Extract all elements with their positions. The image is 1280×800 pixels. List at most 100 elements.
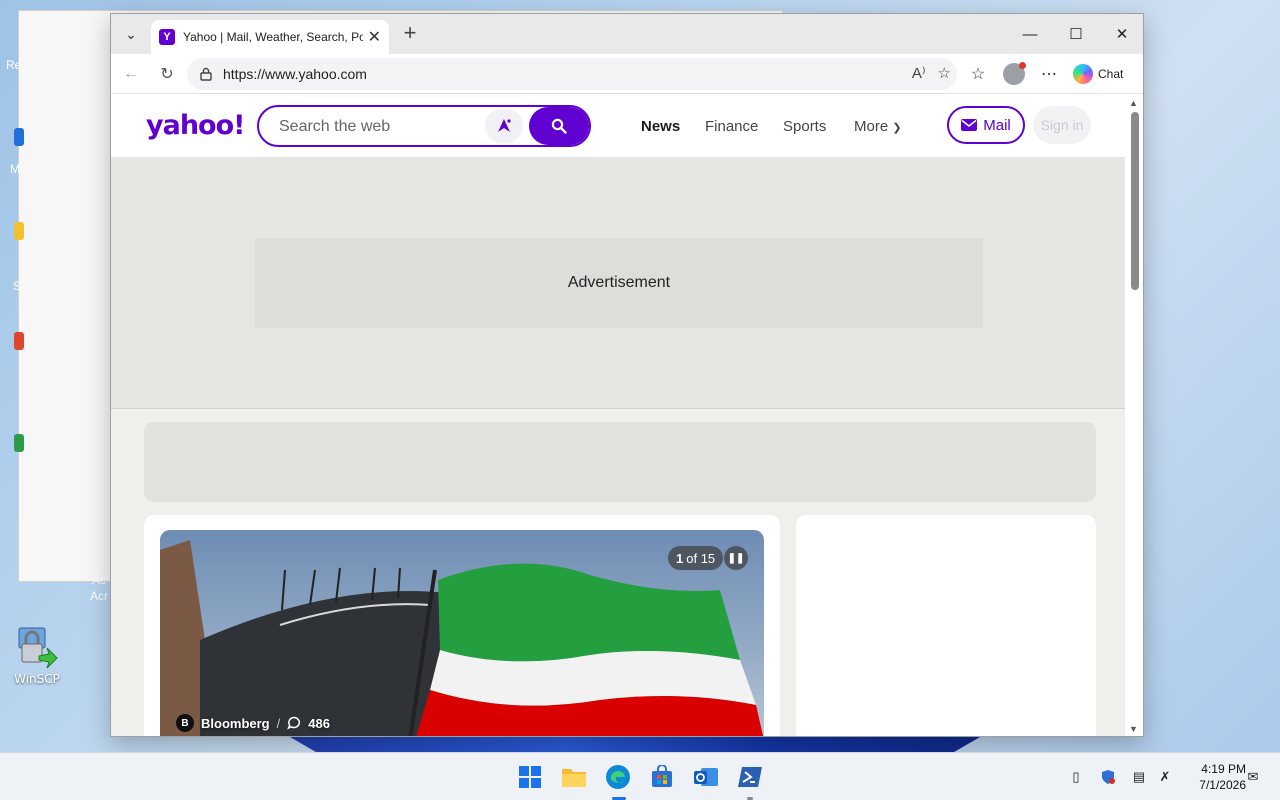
copilot-icon bbox=[1073, 64, 1093, 84]
source-badge: B bbox=[176, 714, 194, 732]
desktop-label-fragment: Acr bbox=[90, 589, 108, 603]
minimize-button[interactable]: — bbox=[1007, 14, 1053, 54]
close-tab-icon[interactable]: ✕ bbox=[368, 27, 381, 47]
page-scrollbar[interactable]: ▲ ▼ bbox=[1125, 94, 1143, 736]
maximize-button[interactable]: ☐ bbox=[1053, 14, 1099, 54]
ai-search-button[interactable] bbox=[485, 109, 523, 143]
lock-icon bbox=[199, 67, 213, 81]
slide-counter: 1 of 15 bbox=[668, 546, 724, 570]
address-toolbar: ← ↻ https://www.yahoo.com A⁾ ☆ ☆ ⋯ Chat bbox=[111, 54, 1143, 94]
favorites-icon: ☆ bbox=[970, 66, 986, 83]
favorites-button[interactable]: ☆ bbox=[967, 63, 989, 85]
yahoo-logo[interactable]: yahoo! bbox=[146, 110, 245, 141]
store-icon bbox=[652, 765, 672, 787]
taskbar: ▯ ▤ ✗ 4:19 PM 7/1/2026 ✉ bbox=[0, 752, 1280, 800]
volume-muted-icon[interactable]: ✗ bbox=[1157, 769, 1173, 785]
tab-yahoo[interactable]: Y Yahoo | Mail, Weather, Search, Politic… bbox=[151, 20, 389, 54]
desktop-icon-winscp[interactable]: WinSCP bbox=[12, 626, 62, 686]
side-card bbox=[796, 515, 1096, 736]
search-icon bbox=[551, 118, 567, 134]
pause-button[interactable]: ❚❚ bbox=[724, 546, 748, 570]
favorite-star-icon[interactable]: ☆ bbox=[938, 64, 951, 82]
ad-band: Advertisement bbox=[111, 158, 1126, 409]
slide-current: 1 bbox=[676, 550, 684, 566]
desktop-icon-fragment[interactable] bbox=[14, 332, 24, 350]
nav-more[interactable]: More ❯ bbox=[854, 118, 902, 135]
start-button[interactable] bbox=[516, 763, 544, 791]
yahoo-header: yahoo! News Finance Sports More ❯ Mail bbox=[111, 94, 1126, 158]
more-menu-button[interactable]: ⋯ bbox=[1038, 63, 1060, 85]
clock-time: 4:19 PM bbox=[1201, 762, 1246, 776]
folder-icon bbox=[562, 769, 586, 787]
top-story-card: 1 of 15 ❚❚ B Bloomberg / 486 bbox=[144, 515, 780, 736]
powershell-icon bbox=[738, 767, 762, 787]
desktop-label-fragment: Re bbox=[6, 58, 22, 72]
chevron-down-icon: ❯ bbox=[892, 122, 902, 134]
search-input[interactable] bbox=[279, 116, 479, 138]
yahoo-favicon-icon: Y bbox=[159, 29, 175, 45]
network-tray-icon[interactable]: ▤ bbox=[1131, 769, 1147, 785]
file-explorer-button[interactable] bbox=[560, 763, 588, 791]
edge-icon bbox=[606, 765, 630, 789]
browser-window: ⌄ Y Yahoo | Mail, Weather, Search, Polit… bbox=[110, 13, 1144, 737]
store-button[interactable] bbox=[648, 763, 676, 791]
mail-icon bbox=[961, 119, 978, 131]
powershell-button[interactable] bbox=[736, 763, 764, 791]
credit-separator: / bbox=[276, 715, 281, 731]
nav-sports[interactable]: Sports bbox=[783, 118, 826, 135]
copilot-chat-button[interactable]: Chat bbox=[1073, 60, 1139, 88]
chevron-down-icon: ⌄ bbox=[125, 25, 137, 42]
close-icon: ✕ bbox=[1115, 26, 1129, 43]
wallpaper-swirl bbox=[290, 737, 980, 753]
url-text: https://www.yahoo.com bbox=[223, 66, 367, 82]
back-button[interactable]: ← bbox=[119, 62, 143, 86]
desktop-icon-fragment[interactable] bbox=[14, 434, 24, 452]
nav-finance[interactable]: Finance bbox=[705, 118, 758, 135]
usb-tray-icon[interactable]: ▯ bbox=[1068, 769, 1084, 785]
mail-label: Mail bbox=[983, 116, 1011, 134]
mail-button[interactable]: Mail bbox=[947, 106, 1025, 144]
desktop-icon-fragment[interactable] bbox=[14, 128, 24, 146]
comment-icon bbox=[287, 716, 301, 730]
hero-image[interactable]: 1 of 15 ❚❚ B Bloomberg / 486 bbox=[160, 530, 764, 736]
desktop-icon-fragment[interactable] bbox=[14, 222, 24, 240]
minimize-icon: — bbox=[1022, 25, 1038, 43]
desktop-label-fragment: S bbox=[13, 279, 22, 293]
nav-more-label: More bbox=[854, 118, 889, 135]
advertisement[interactable]: Advertisement bbox=[255, 238, 983, 328]
read-aloud-icon[interactable]: A⁾ bbox=[912, 64, 926, 82]
notification-bell-icon[interactable]: ✉ bbox=[1245, 769, 1261, 785]
tab-title: Yahoo | Mail, Weather, Search, Politics,… bbox=[183, 30, 363, 44]
nav-news[interactable]: News bbox=[641, 118, 680, 135]
comment-count[interactable]: 486 bbox=[308, 716, 330, 731]
desktop-icon-label: WinSCP bbox=[14, 672, 60, 686]
system-clock[interactable]: 4:19 PM 7/1/2026 bbox=[1188, 761, 1246, 793]
maximize-icon: ☐ bbox=[1069, 26, 1083, 43]
notification-dot bbox=[1019, 62, 1026, 69]
sign-in-button[interactable]: Sign in bbox=[1033, 106, 1091, 144]
sparkle-icon bbox=[498, 119, 511, 132]
refresh-button[interactable]: ↻ bbox=[155, 62, 179, 86]
scrollbar-thumb[interactable] bbox=[1131, 112, 1139, 290]
address-bar[interactable]: https://www.yahoo.com A⁾ ☆ bbox=[187, 58, 957, 90]
source-name[interactable]: Bloomberg bbox=[201, 716, 270, 731]
tab-strip: ⌄ Y Yahoo | Mail, Weather, Search, Polit… bbox=[111, 14, 1143, 54]
outlook-button[interactable] bbox=[692, 763, 720, 791]
desktop-label-fragment: Ac bbox=[92, 573, 107, 587]
pause-icon: ❚❚ bbox=[727, 552, 745, 564]
clock-date: 7/1/2026 bbox=[1199, 778, 1246, 792]
chat-label: Chat bbox=[1098, 67, 1124, 81]
windows-start-icon bbox=[519, 766, 541, 788]
search-box bbox=[257, 105, 591, 147]
edge-button[interactable] bbox=[604, 763, 632, 791]
placeholder-strip bbox=[144, 422, 1096, 502]
close-window-button[interactable]: ✕ bbox=[1099, 14, 1143, 54]
tab-actions-button[interactable]: ⌄ bbox=[119, 22, 143, 46]
search-button[interactable] bbox=[529, 107, 589, 145]
scroll-down-icon[interactable]: ▼ bbox=[1129, 724, 1138, 734]
scroll-up-icon[interactable]: ▲ bbox=[1129, 98, 1138, 108]
new-tab-button[interactable]: + bbox=[399, 22, 421, 45]
slide-total: of 15 bbox=[686, 550, 716, 566]
web-page: yahoo! News Finance Sports More ❯ Mail bbox=[111, 94, 1126, 736]
security-tray-icon[interactable] bbox=[1100, 769, 1116, 785]
